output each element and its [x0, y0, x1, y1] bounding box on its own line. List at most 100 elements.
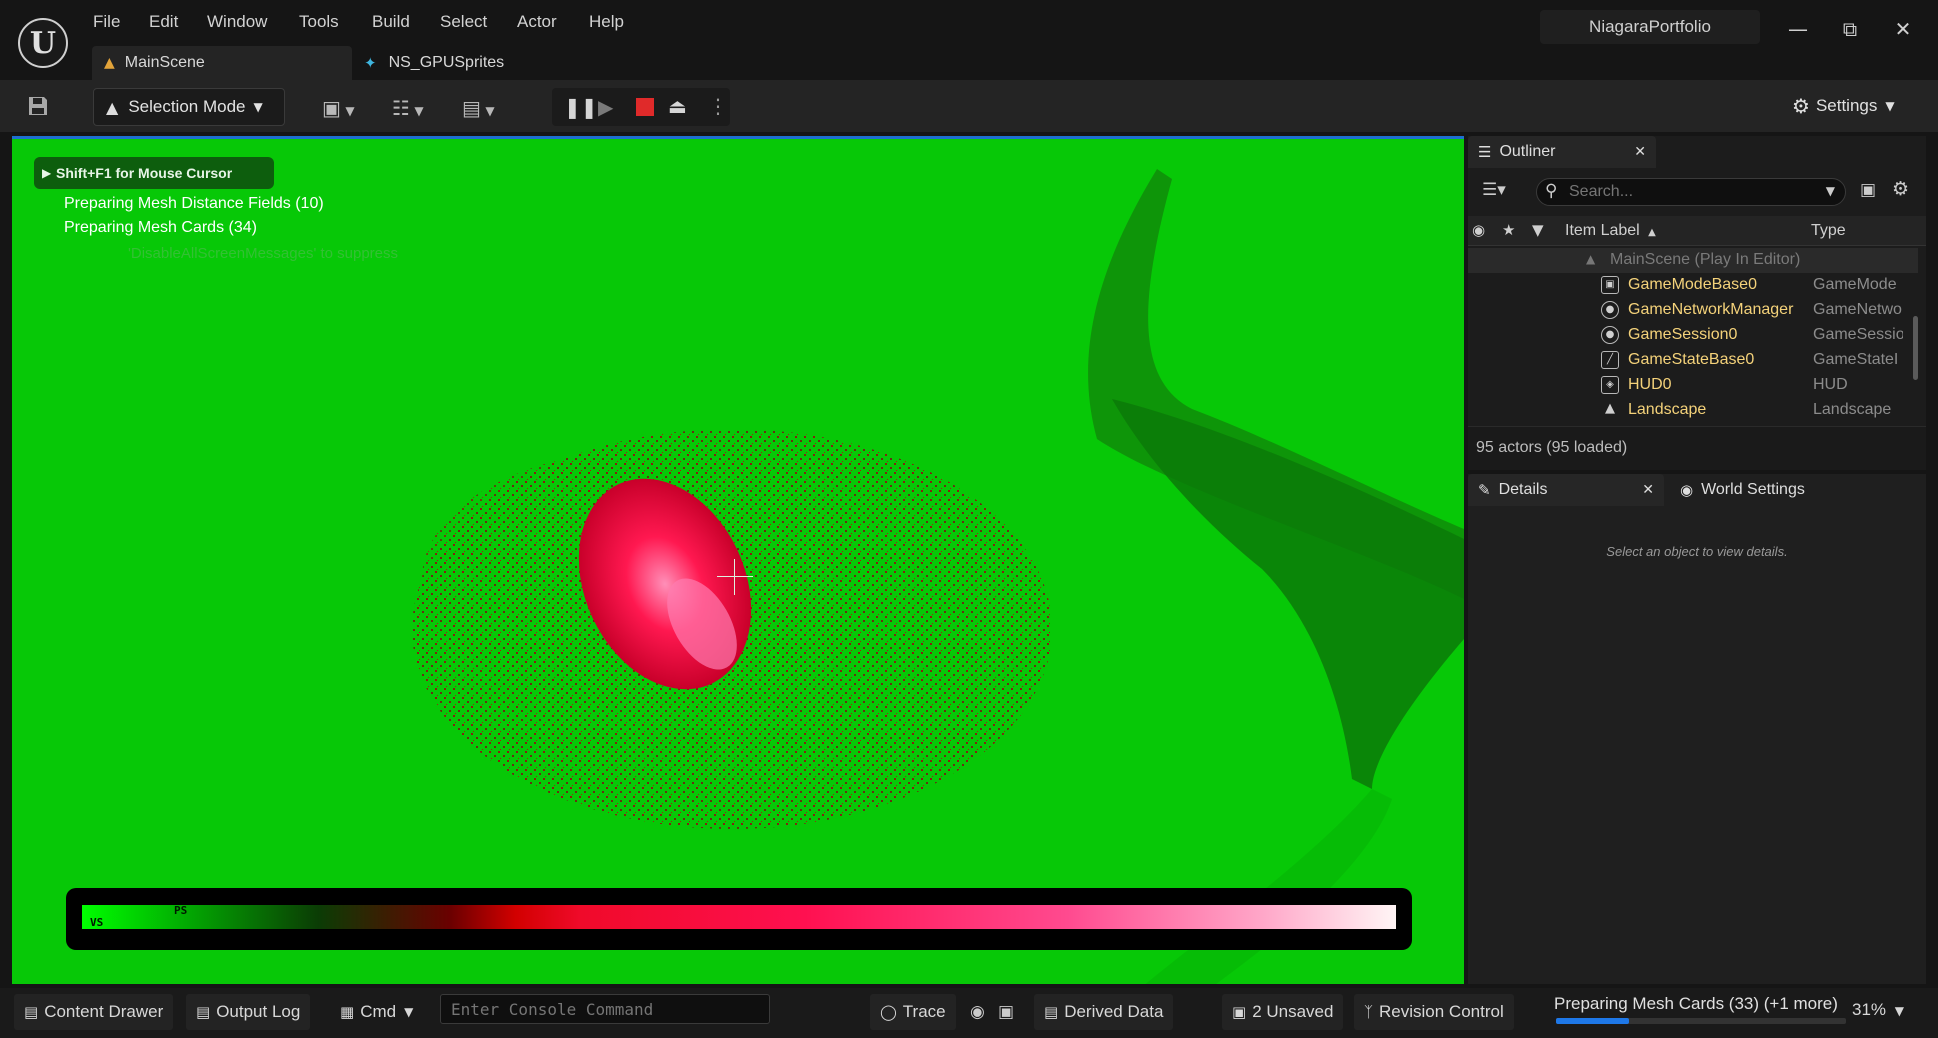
star-icon[interactable]: ★: [1502, 221, 1515, 239]
crosshair-icon: [717, 559, 753, 595]
progress-bar: [1556, 1018, 1846, 1024]
outliner-root-row[interactable]: ▲ MainScene (Play In Editor): [1468, 248, 1918, 273]
actor-type: HUD: [1813, 376, 1848, 393]
trace-icon: ◯: [880, 1003, 897, 1021]
column-label-text: Item Label: [1565, 222, 1640, 239]
camera-icon[interactable]: ▣: [998, 1002, 1014, 1022]
blueprint-button[interactable]: ☷ ▼: [392, 96, 424, 120]
progress-fill: [1556, 1018, 1629, 1024]
menu-build[interactable]: Build: [372, 12, 410, 36]
level-icon: ▲: [104, 55, 115, 71]
outliner-scrollbar[interactable]: [1913, 316, 1918, 380]
game-state-icon: ╱: [1601, 351, 1619, 369]
actor-label: Landscape: [1628, 401, 1707, 418]
progress-percent: 31%: [1852, 1000, 1887, 1019]
hint-text: Shift+F1 for Mouse Cursor: [56, 165, 233, 181]
root-label: MainScene (Play In Editor): [1610, 251, 1801, 268]
add-folder-icon[interactable]: ▣: [1860, 180, 1876, 200]
level-viewport[interactable]: ▶ Shift+F1 for Mouse Cursor Preparing Me…: [12, 136, 1464, 984]
column-type[interactable]: Type: [1811, 222, 1846, 240]
restore-icon[interactable]: ⧉: [1830, 14, 1870, 44]
close-icon[interactable]: ✕: [1634, 144, 1646, 160]
eject-icon[interactable]: ⏏: [668, 94, 687, 118]
chevron-down-icon: ▼: [485, 104, 495, 118]
pin-icon[interactable]: ▼: [1532, 221, 1544, 239]
screen-message: 'DisableAllScreenMessages' to suppress: [128, 245, 399, 262]
close-icon[interactable]: ✕: [1883, 14, 1923, 44]
filter-icon[interactable]: ☰▾: [1482, 180, 1506, 200]
tab-outliner[interactable]: ☰ Outliner ✕: [1468, 136, 1656, 168]
table-row[interactable]: ● GameSession0 GameSessio: [1468, 323, 1918, 348]
landscape-icon: ▲: [1605, 401, 1615, 416]
table-row[interactable]: ◈ HUD0 HUD: [1468, 373, 1918, 398]
content-drawer-button[interactable]: ▤ Content Drawer: [14, 994, 174, 1030]
stop-icon[interactable]: [636, 98, 654, 116]
close-icon[interactable]: ✕: [1642, 482, 1654, 498]
unsaved-label: 2 Unsaved: [1252, 1002, 1334, 1021]
minimize-icon[interactable]: —: [1778, 14, 1818, 44]
unsaved-button[interactable]: ▣ 2 Unsaved: [1222, 994, 1344, 1030]
outliner-header: ◉ ★ ▼ Item Label ▲ Type: [1468, 216, 1926, 246]
menu-help[interactable]: Help: [589, 12, 624, 36]
column-item-label[interactable]: Item Label ▲: [1565, 222, 1656, 240]
tab-mainscene[interactable]: ▲ MainScene: [92, 46, 352, 80]
save-icon[interactable]: [26, 94, 56, 120]
more-options-icon[interactable]: ⋮: [708, 94, 728, 118]
search-input[interactable]: [1569, 182, 1819, 202]
actor-type: GameMode: [1813, 276, 1897, 293]
menu-select[interactable]: Select: [440, 12, 487, 36]
outliner-toolbar: ☰▾ ⚲ ▼ ▣ ⚙: [1468, 172, 1926, 212]
tab-details[interactable]: ✎ Details ✕: [1468, 474, 1664, 506]
cmd-dropdown[interactable]: ▦ Cmd ▼: [330, 994, 423, 1030]
chevron-down-icon[interactable]: ▼: [1826, 184, 1835, 198]
outliner-panel: ☰ Outliner ✕ ☰▾ ⚲ ▼ ▣ ⚙ ◉ ★ ▼ Item Label…: [1468, 136, 1926, 470]
mouse-cursor-hint: ▶ Shift+F1 for Mouse Cursor: [34, 157, 274, 189]
progress-percent-dropdown[interactable]: 31% ▼: [1852, 1000, 1904, 1020]
log-icon: ▤: [196, 1003, 211, 1021]
console-command-input[interactable]: [440, 994, 770, 1024]
screen-message: Preparing Mesh Cards (34): [64, 219, 257, 236]
unsaved-icon: ▣: [1232, 1003, 1247, 1021]
globe-icon: ◉: [1680, 481, 1694, 499]
details-empty-message: Select an object to view details.: [1606, 544, 1788, 559]
derived-data-button[interactable]: ▤ Derived Data: [1034, 994, 1174, 1030]
outliner-title: Outliner: [1499, 143, 1556, 160]
actor-icon: ●: [1601, 326, 1619, 344]
database-icon: ▤: [1044, 1003, 1059, 1021]
step-frame-icon[interactable]: ▶: [598, 95, 613, 119]
record-icon[interactable]: ◉: [970, 1002, 985, 1022]
table-row[interactable]: ▣ GameModeBase0 GameMode: [1468, 273, 1918, 298]
selection-mode-dropdown[interactable]: ▲ Selection Mode ▼: [93, 88, 285, 126]
table-row[interactable]: ● GameNetworkManager GameNetwo: [1468, 298, 1918, 323]
progress-label[interactable]: Preparing Mesh Cards (33) (+1 more): [1554, 994, 1838, 1014]
actor-label: GameStateBase0: [1628, 351, 1755, 368]
blueprint-icon: ☷: [392, 96, 410, 120]
menu-window[interactable]: Window: [207, 12, 267, 36]
content-drawer-label: Content Drawer: [44, 1002, 164, 1021]
menu-file[interactable]: File: [93, 12, 120, 36]
cinematics-button[interactable]: ▤ ▼: [462, 96, 495, 120]
menu-actor[interactable]: Actor: [517, 12, 557, 36]
actor-type: GameStateI: [1813, 351, 1899, 368]
visibility-icon[interactable]: ◉: [1472, 221, 1485, 239]
details-title: Details: [1498, 481, 1548, 498]
menu-edit[interactable]: Edit: [149, 12, 178, 36]
tab-world-settings[interactable]: ◉ World Settings: [1670, 474, 1870, 506]
menu-tools[interactable]: Tools: [299, 12, 339, 36]
pause-icon[interactable]: ❚❚: [564, 95, 598, 119]
gradient-tag: VS: [90, 916, 104, 929]
unreal-logo-icon[interactable]: U: [18, 18, 68, 68]
settings-button[interactable]: ⚙ Settings ▼: [1792, 94, 1895, 118]
revision-control-button[interactable]: ᛉ Revision Control: [1354, 994, 1514, 1030]
output-log-button[interactable]: ▤ Output Log: [186, 994, 311, 1030]
add-actor-button[interactable]: ▣ ▼: [322, 96, 355, 120]
tab-label: MainScene: [124, 54, 205, 71]
tab-ns-gpusprites[interactable]: ✦ NS_GPUSprites: [356, 46, 596, 80]
table-row[interactable]: ╱ GameStateBase0 GameStateI: [1468, 348, 1918, 373]
main-toolbar: ▲ Selection Mode ▼ ▣ ▼ ☷ ▼ ▤ ▼ ❚❚ ▶ ⏏ ⋮ …: [0, 80, 1938, 132]
table-row[interactable]: ▲ Landscape Landscape: [1468, 398, 1918, 423]
trace-button[interactable]: ◯ Trace: [870, 994, 956, 1030]
outliner-search[interactable]: ⚲ ▼: [1536, 178, 1846, 206]
gear-icon[interactable]: ⚙: [1892, 178, 1909, 200]
cmd-label: Cmd: [360, 1002, 397, 1021]
